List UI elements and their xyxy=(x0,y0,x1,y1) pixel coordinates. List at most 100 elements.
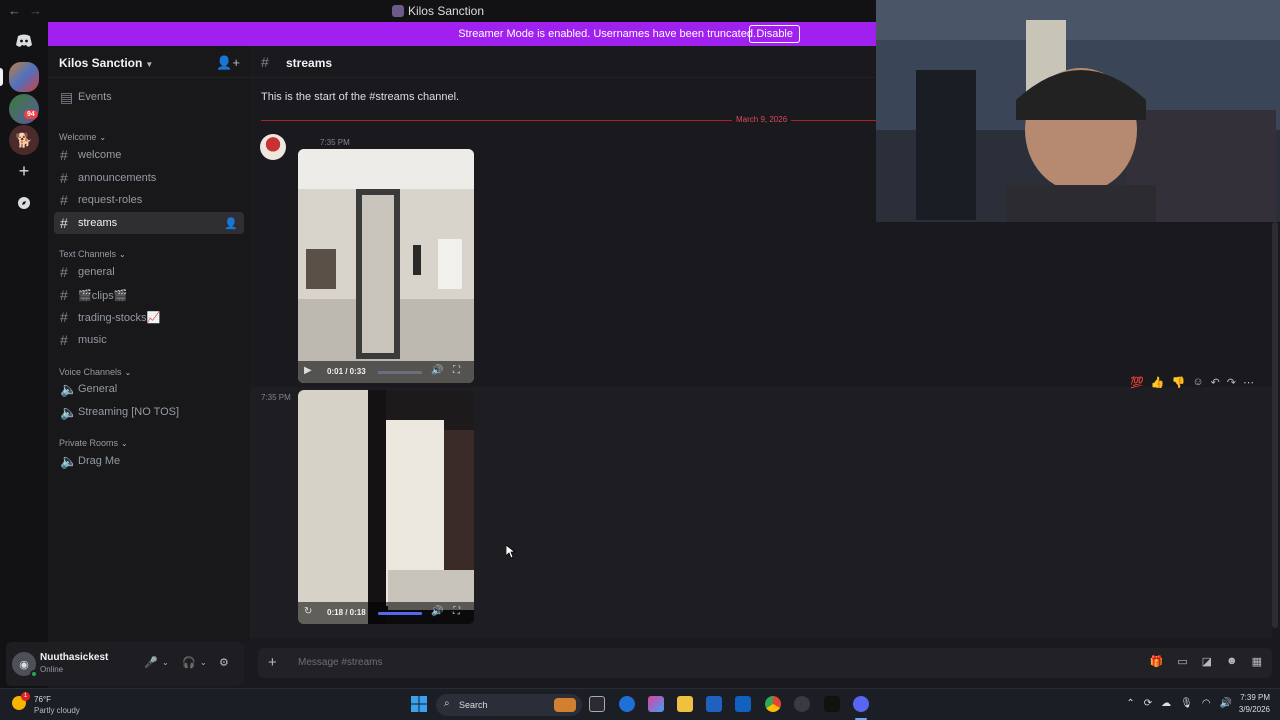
copilot-icon[interactable] xyxy=(648,696,664,712)
reaction-thumbs-down-icon[interactable]: 👎 xyxy=(1172,376,1186,389)
username: Nuuthasickest xyxy=(40,652,109,663)
chrome-icon[interactable] xyxy=(765,696,781,712)
channel-clips[interactable]: # 🎬clips🎬 xyxy=(54,284,244,306)
category-welcome[interactable]: Welcome ⌄ xyxy=(59,132,106,142)
fullscreen-icon[interactable]: ⛶ xyxy=(453,365,460,376)
sticker-icon[interactable]: ◪ xyxy=(1202,655,1212,668)
channel-request-roles[interactable]: # request-roles xyxy=(54,189,244,211)
user-status: Online xyxy=(40,665,64,674)
add-reaction-icon[interactable]: ☺ xyxy=(1192,376,1203,388)
fullscreen-icon[interactable]: ⛶ xyxy=(453,606,460,617)
windows-taskbar: 1 76°F Partly cloudy ⌕ Search ⌃ ⟳ ☁ 🎙 ◠ xyxy=(0,688,1280,720)
server-rail: 94 🐕 + xyxy=(0,22,48,688)
hash-icon: # xyxy=(60,332,68,348)
message-input[interactable]: Message #streams xyxy=(298,657,382,668)
more-options-icon[interactable]: ⋯ xyxy=(1243,376,1254,389)
chevron-down-icon: ⌄ xyxy=(119,250,126,259)
wifi-icon[interactable]: ◠ xyxy=(1202,698,1211,709)
server-kilos-sanction-icon[interactable] xyxy=(9,62,39,92)
events-item[interactable]: ▤ Events xyxy=(54,86,244,108)
play-icon[interactable]: ▶ xyxy=(304,365,312,376)
reaction-thumbs-up-icon[interactable]: 👍 xyxy=(1151,376,1165,389)
channel-general[interactable]: # general xyxy=(54,261,244,283)
speaker-icon: 🔈 xyxy=(60,380,78,397)
category-text-channels[interactable]: Text Channels ⌄ xyxy=(59,249,126,259)
taskbar-clock[interactable]: 7:39 PM 3/9/2026 xyxy=(1239,692,1270,716)
tray-app-icon[interactable]: ⟳ xyxy=(1144,698,1152,709)
edge-browser-icon[interactable] xyxy=(619,696,635,712)
chevron-down-icon[interactable]: ⌄ xyxy=(200,658,207,667)
replay-icon[interactable]: ↻ xyxy=(304,606,312,617)
search-icon: ⌕ xyxy=(444,698,450,709)
clock-date: 3/9/2026 xyxy=(1238,705,1270,714)
gif-icon[interactable]: ▭ xyxy=(1177,655,1187,668)
add-server-icon[interactable]: + xyxy=(9,156,39,186)
webcam-overlay xyxy=(876,0,1280,222)
channel-trading-stocks[interactable]: # trading-stocks📈 xyxy=(54,306,244,328)
discord-taskbar-icon[interactable] xyxy=(853,696,869,712)
date-divider-label: March 9, 2026 xyxy=(732,115,792,124)
chevron-down-icon: ⌄ xyxy=(124,368,132,377)
video-attachment[interactable]: ▶ 0:01 / 0:33 🔊 ⛶ xyxy=(298,149,474,383)
search-highlight-icon xyxy=(554,698,576,712)
online-status-dot xyxy=(30,670,38,678)
discord-home-icon[interactable] xyxy=(9,26,39,56)
voice-channel-general[interactable]: 🔈 General xyxy=(54,378,244,400)
microphone-icon[interactable]: 🎤 xyxy=(144,656,158,669)
channel-announcements[interactable]: # announcements xyxy=(54,167,244,189)
video-progress-bar[interactable] xyxy=(378,371,422,374)
user-panel: ◉ Nuuthasickest Online 🎤 ⌄ 🎧 ⌄ ⚙ xyxy=(6,642,244,686)
channel-music[interactable]: # music xyxy=(54,329,244,351)
cloud-icon[interactable]: ☁ xyxy=(1161,698,1171,709)
video-progress-bar[interactable] xyxy=(378,612,422,615)
hash-icon: # xyxy=(261,54,269,70)
author-avatar[interactable] xyxy=(260,134,286,160)
chevron-down-icon[interactable]: ⌄ xyxy=(162,658,169,667)
forward-icon[interactable]: ↷ xyxy=(1227,376,1236,389)
taskbar-search[interactable]: ⌕ Search xyxy=(436,694,582,716)
reply-icon[interactable]: ↶ xyxy=(1211,376,1220,389)
category-voice-channels[interactable]: Voice Channels ⌄ xyxy=(59,367,131,377)
chat-scrollbar[interactable] xyxy=(1272,222,1278,628)
video-attachment[interactable]: ↻ 0:18 / 0:18 🔊 ⛶ xyxy=(298,390,474,624)
server-header[interactable]: Kilos Sanction ▼ 👤+ xyxy=(48,46,250,78)
add-attachment-icon[interactable]: + xyxy=(268,654,277,671)
apps-icon[interactable]: ▦ xyxy=(1252,655,1262,668)
outlook-icon[interactable] xyxy=(735,696,751,712)
category-private-rooms[interactable]: Private Rooms ⌄ xyxy=(59,438,128,448)
discover-icon[interactable] xyxy=(9,188,39,218)
settings-gear-icon[interactable]: ⚙ xyxy=(219,656,229,669)
invite-member-icon[interactable]: 👤 xyxy=(224,217,238,230)
gift-icon[interactable]: 🎁 xyxy=(1150,655,1164,668)
store-icon[interactable] xyxy=(706,696,722,712)
channel-sidebar: Kilos Sanction ▼ 👤+ ▤ Events Welcome ⌄ # wel… xyxy=(48,46,250,642)
volume-tray-icon[interactable]: 🔊 xyxy=(1220,698,1232,709)
chevron-up-icon[interactable]: ⌃ xyxy=(1126,698,1134,709)
channel-streams[interactable]: # streams 👤 xyxy=(54,212,244,234)
system-tray: ⌃ ⟳ ☁ 🎙 ◠ 🔊 xyxy=(1126,698,1232,709)
voice-channel-drag-me[interactable]: 🔈 Drag Me xyxy=(54,450,244,472)
headphones-icon[interactable]: 🎧 xyxy=(182,656,196,669)
volume-icon[interactable]: 🔊 xyxy=(431,606,443,617)
video-time: 0:18 / 0:18 xyxy=(327,608,366,617)
disable-streamer-mode-button[interactable]: Disable xyxy=(749,25,800,43)
volume-icon[interactable]: 🔊 xyxy=(431,365,443,376)
microphone-tray-icon[interactable]: 🎙 xyxy=(1180,698,1193,709)
server-icon-3[interactable]: 🐕 xyxy=(9,125,39,155)
task-view-icon[interactable] xyxy=(589,696,605,712)
file-explorer-icon[interactable] xyxy=(677,696,693,712)
app-icon[interactable] xyxy=(794,696,810,712)
emoji-icon[interactable]: ☻ xyxy=(1226,655,1238,668)
windows-start-icon[interactable] xyxy=(411,696,427,712)
server-icon-2[interactable] xyxy=(9,94,39,124)
reaction-100-icon[interactable]: 💯 xyxy=(1130,376,1144,389)
hash-icon: # xyxy=(60,309,68,325)
message-timestamp: 7:35 PM xyxy=(261,393,291,402)
channel-welcome[interactable]: # welcome xyxy=(54,144,244,166)
message-composer: + Message #streams 🎁 ▭ ◪ ☻ ▦ xyxy=(258,648,1272,678)
invite-people-icon[interactable]: 👤+ xyxy=(216,55,240,71)
server-name: Kilos Sanction xyxy=(59,56,143,70)
voice-channel-streaming[interactable]: 🔈 Streaming [NO TOS] xyxy=(54,401,244,423)
video-time: 0:01 / 0:33 xyxy=(327,367,366,376)
terminal-icon[interactable] xyxy=(824,696,840,712)
